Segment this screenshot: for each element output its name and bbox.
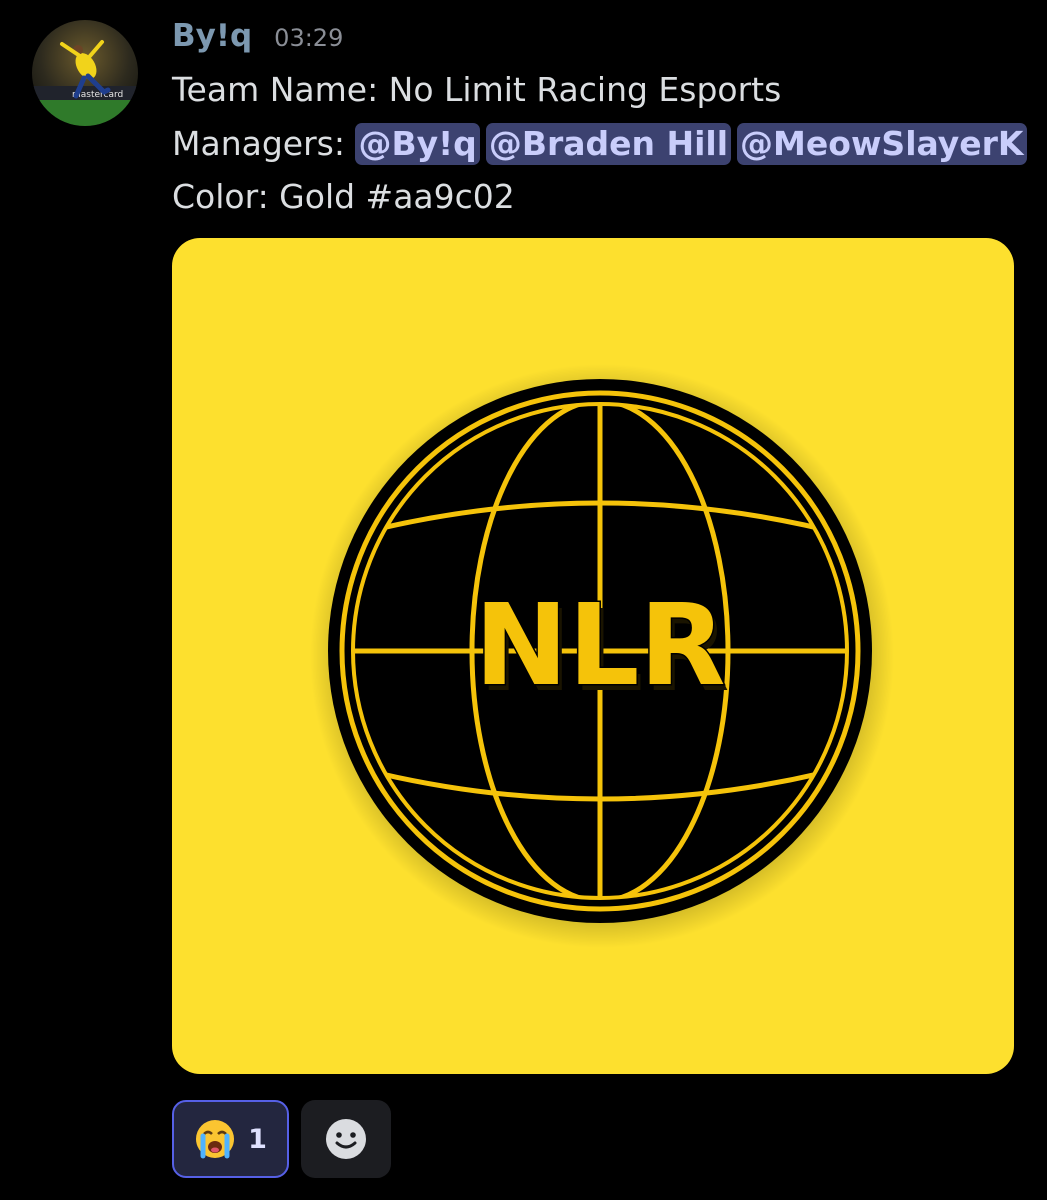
mention-byiq[interactable]: @By!q <box>355 123 480 165</box>
mention-meowslayerk[interactable]: @MeowSlayerK <box>737 123 1027 165</box>
managers-line: Managers: @By!q @Braden Hill @MeowSlayerK <box>172 122 1027 166</box>
color-line: Color: Gold #aa9c02 <box>172 177 515 216</box>
avatar[interactable]: mastercard <box>32 20 138 126</box>
soccer-player-avatar-icon: mastercard <box>32 20 138 126</box>
add-reaction-button[interactable] <box>301 1100 391 1178</box>
author-name[interactable]: By!q <box>172 18 252 54</box>
reaction-crying[interactable]: 1 <box>172 1100 289 1178</box>
reactions-bar: 1 <box>172 1100 391 1178</box>
logo-text: NLR <box>474 581 725 711</box>
loudly-crying-face-icon <box>196 1120 235 1159</box>
mention-braden-hill[interactable]: @Braden Hill <box>485 123 732 165</box>
image-attachment[interactable]: NLR NLR <box>172 238 1014 1074</box>
managers-label: Managers: <box>172 124 345 163</box>
smiley-face-icon <box>326 1119 366 1159</box>
reaction-count: 1 <box>248 1123 267 1155</box>
message-timestamp: 03:29 <box>274 24 344 52</box>
nlr-globe-logo-icon: NLR NLR <box>172 238 1014 1074</box>
team-name-line: Team Name: No Limit Racing Esports <box>172 70 782 109</box>
message-header: By!q 03:29 <box>172 18 343 62</box>
